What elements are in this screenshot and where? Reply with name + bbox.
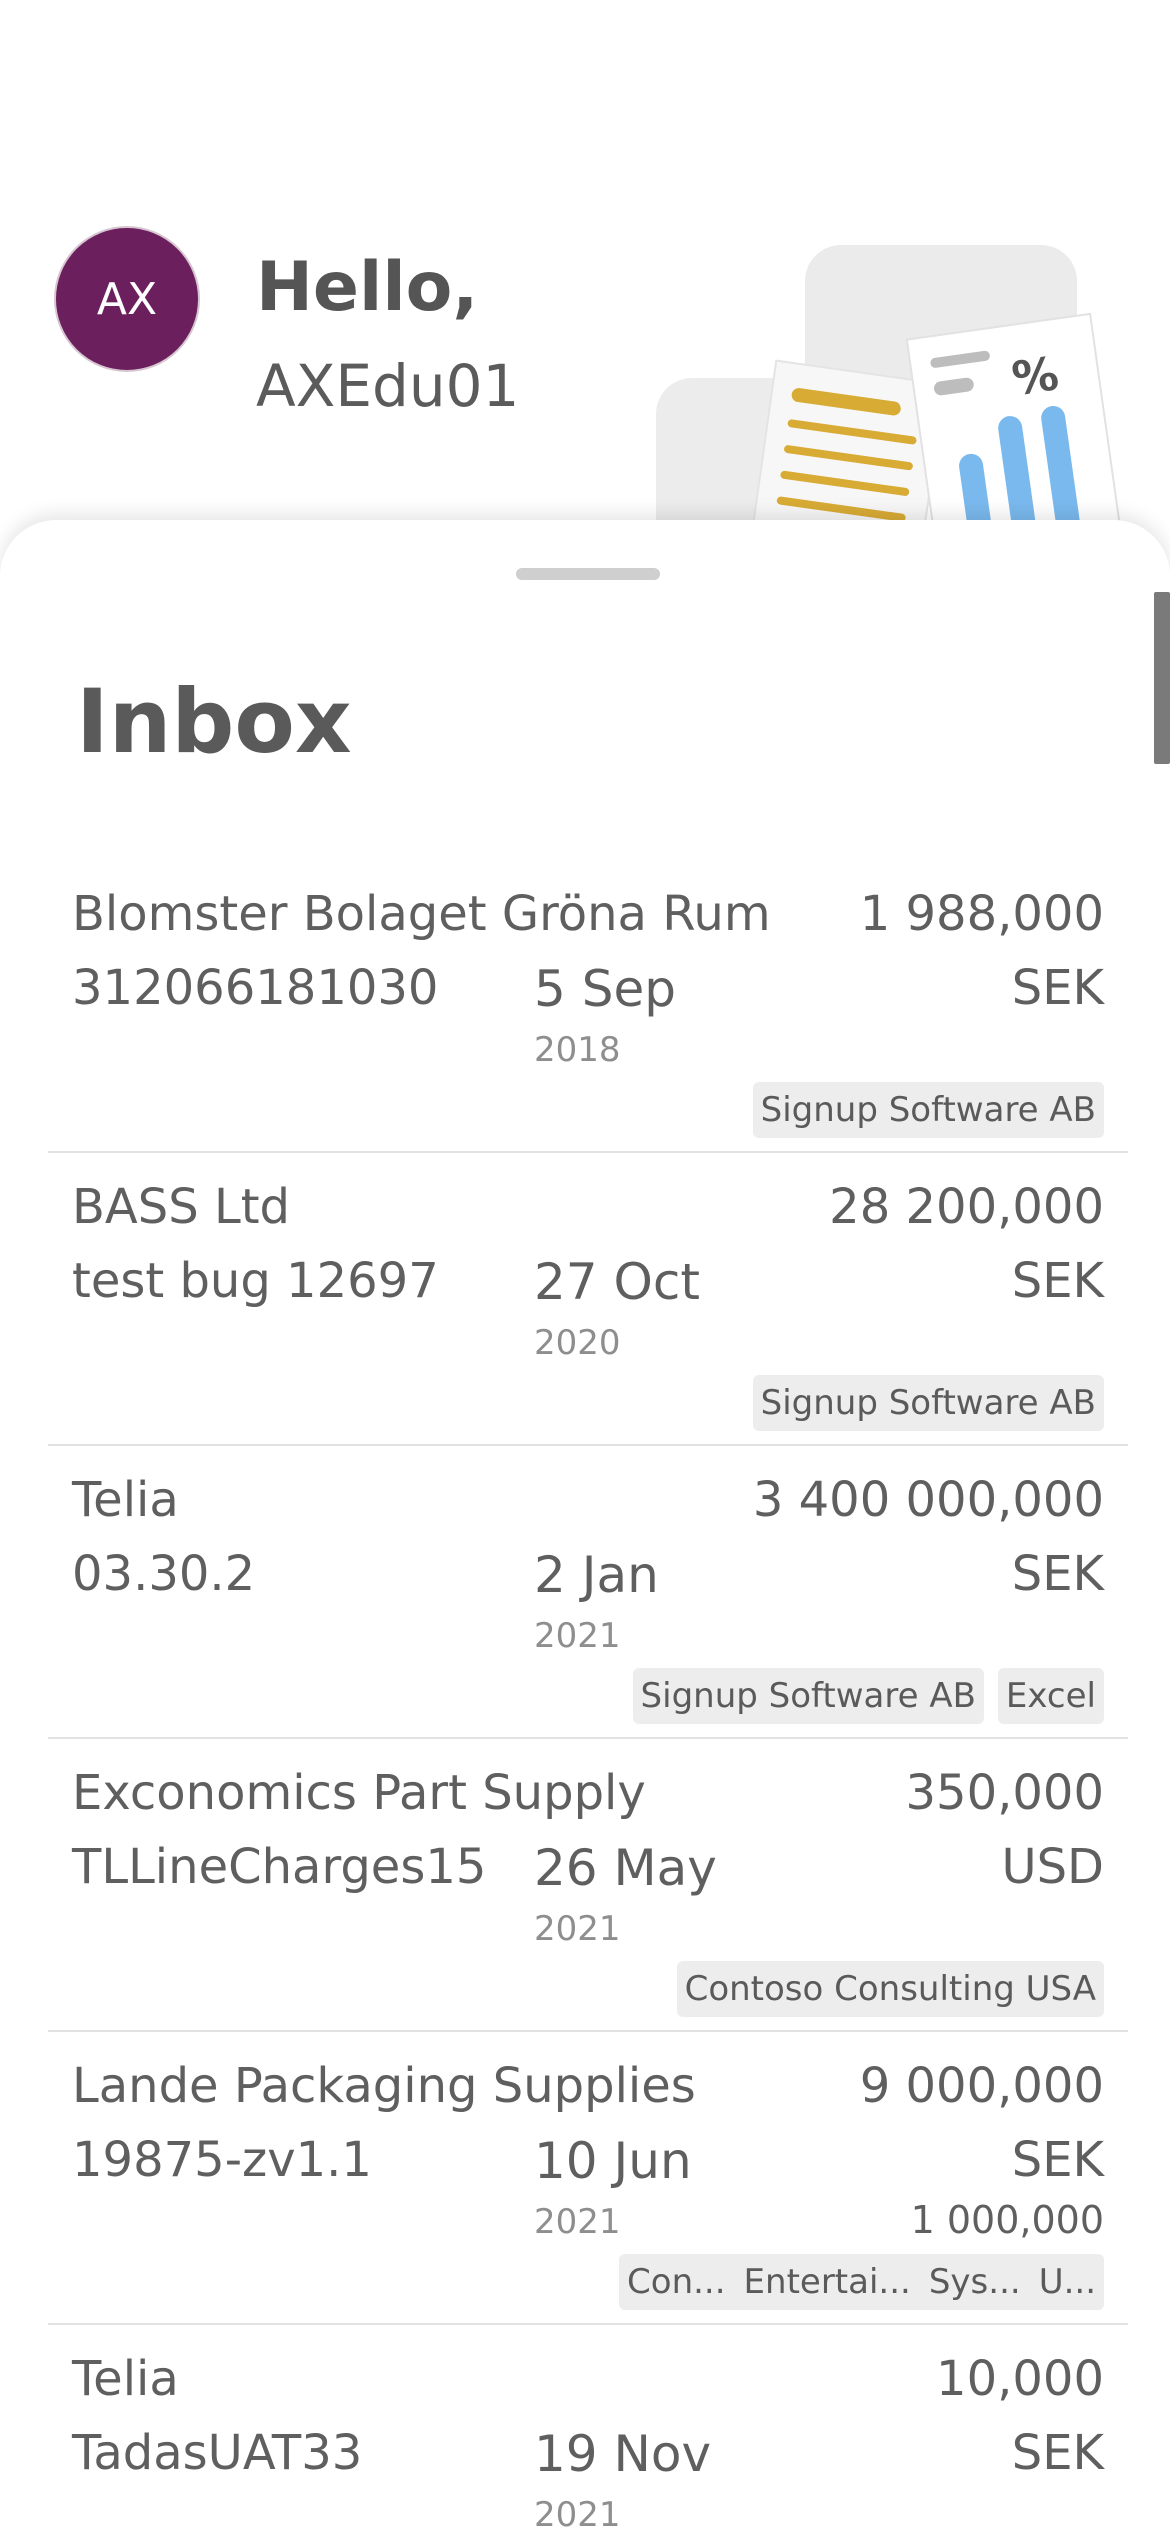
inbox-list: Blomster Bolaget Gröna Rum 1 988,000 312… (48, 860, 1128, 2532)
invoice-year: 2021 (534, 1616, 621, 1656)
invoice-reference: 19875-zv1.1 (72, 2132, 372, 2188)
svg-text:%: % (1009, 346, 1062, 406)
dimension-tag: Con... (627, 2262, 726, 2302)
tag-list: Signup Software AB (752, 1082, 1104, 1138)
currency: SEK (1011, 960, 1104, 1016)
invoice-year: 2021 (534, 2495, 621, 2532)
invoice-reference: test bug 12697 (72, 1253, 439, 1309)
currency: SEK (1011, 1253, 1104, 1309)
tag-list: Signup Software AB (752, 1375, 1104, 1431)
tag-list: Contoso Consulting USA (676, 1961, 1104, 2017)
invoice-reference: TLLineCharges15 (72, 1839, 487, 1895)
scrollbar[interactable] (1154, 592, 1170, 764)
app-screen: AX Hello, AXEdu01 % Inbox Blomster Bolag… (0, 0, 1170, 2532)
company-tag: Signup Software AB (632, 1668, 984, 1724)
list-item[interactable]: Lande Packaging Supplies 9 000,000 19875… (48, 2032, 1128, 2325)
supplier-name: Telia (72, 1472, 179, 1528)
amount: 350,000 (905, 1765, 1105, 1821)
invoice-date: 19 Nov (534, 2425, 712, 2483)
currency: USD (1001, 1839, 1104, 1895)
company-tag: Signup Software AB (752, 1082, 1104, 1138)
list-item[interactable]: Blomster Bolaget Gröna Rum 1 988,000 312… (48, 860, 1128, 1153)
supplier-name: Exconomics Part Supply (72, 1765, 646, 1821)
supplier-name: Telia (72, 2351, 179, 2407)
invoice-date: 27 Oct (534, 1253, 700, 1311)
invoice-year: 2020 (534, 1323, 621, 1363)
invoice-year: 2021 (534, 2202, 621, 2242)
list-item[interactable]: Telia 10,000 TadasUAT33 19 Nov 2021 SEK (48, 2325, 1128, 2532)
invoice-reference: TadasUAT33 (72, 2425, 363, 2481)
invoice-reference: 312066181030 (72, 960, 439, 1016)
greeting: Hello, (256, 248, 479, 327)
company-tag: Signup Software AB (752, 1375, 1104, 1431)
dimension-tag: U... (1038, 2262, 1096, 2302)
invoice-reference: 03.30.2 (72, 1546, 256, 1602)
invoice-year: 2018 (534, 1030, 621, 1070)
list-item[interactable]: BASS Ltd 28 200,000 test bug 12697 27 Oc… (48, 1153, 1128, 1446)
dimension-tag: Sys... (928, 2262, 1021, 2302)
list-item[interactable]: Telia 3 400 000,000 03.30.2 2 Jan 2021 S… (48, 1446, 1128, 1739)
currency: SEK (1011, 1546, 1104, 1602)
drag-handle[interactable] (516, 568, 660, 580)
supplier-name: Blomster Bolaget Gröna Rum (72, 886, 771, 942)
invoice-date: 26 May (534, 1839, 717, 1897)
secondary-amount: 1 000,000 (910, 2198, 1104, 2242)
username: AXEdu01 (256, 352, 520, 420)
amount: 9 000,000 (859, 2058, 1104, 2114)
tag-group: Con... Entertai... Sys... U... (619, 2254, 1104, 2310)
tag-list: Signup Software AB Excel (632, 1668, 1104, 1724)
company-tag: Contoso Consulting USA (676, 1961, 1104, 2017)
amount: 3 400 000,000 (752, 1472, 1104, 1528)
supplier-name: BASS Ltd (72, 1179, 290, 1235)
invoice-date: 2 Jan (534, 1546, 659, 1604)
invoice-date: 5 Sep (534, 960, 676, 1018)
invoice-year: 2021 (534, 1909, 621, 1949)
amount: 10,000 (936, 2351, 1104, 2407)
avatar[interactable]: AX (54, 226, 200, 372)
amount: 1 988,000 (859, 886, 1104, 942)
amount: 28 200,000 (829, 1179, 1104, 1235)
invoice-date: 10 Jun (534, 2132, 692, 2190)
supplier-name: Lande Packaging Supplies (72, 2058, 696, 2114)
dimension-tag: Entertai... (743, 2262, 911, 2302)
currency: SEK (1011, 2425, 1104, 2481)
currency: SEK (1011, 2132, 1104, 2188)
inbox-title: Inbox (76, 670, 352, 773)
inbox-sheet[interactable]: Inbox Blomster Bolaget Gröna Rum 1 988,0… (0, 520, 1170, 2532)
avatar-initials: AX (96, 273, 158, 325)
source-tag: Excel (997, 1668, 1104, 1724)
invoice-illustration: % (656, 245, 1124, 530)
list-item[interactable]: Exconomics Part Supply 350,000 TLLineCha… (48, 1739, 1128, 2032)
tag-list: Con... Entertai... Sys... U... (619, 2254, 1104, 2310)
